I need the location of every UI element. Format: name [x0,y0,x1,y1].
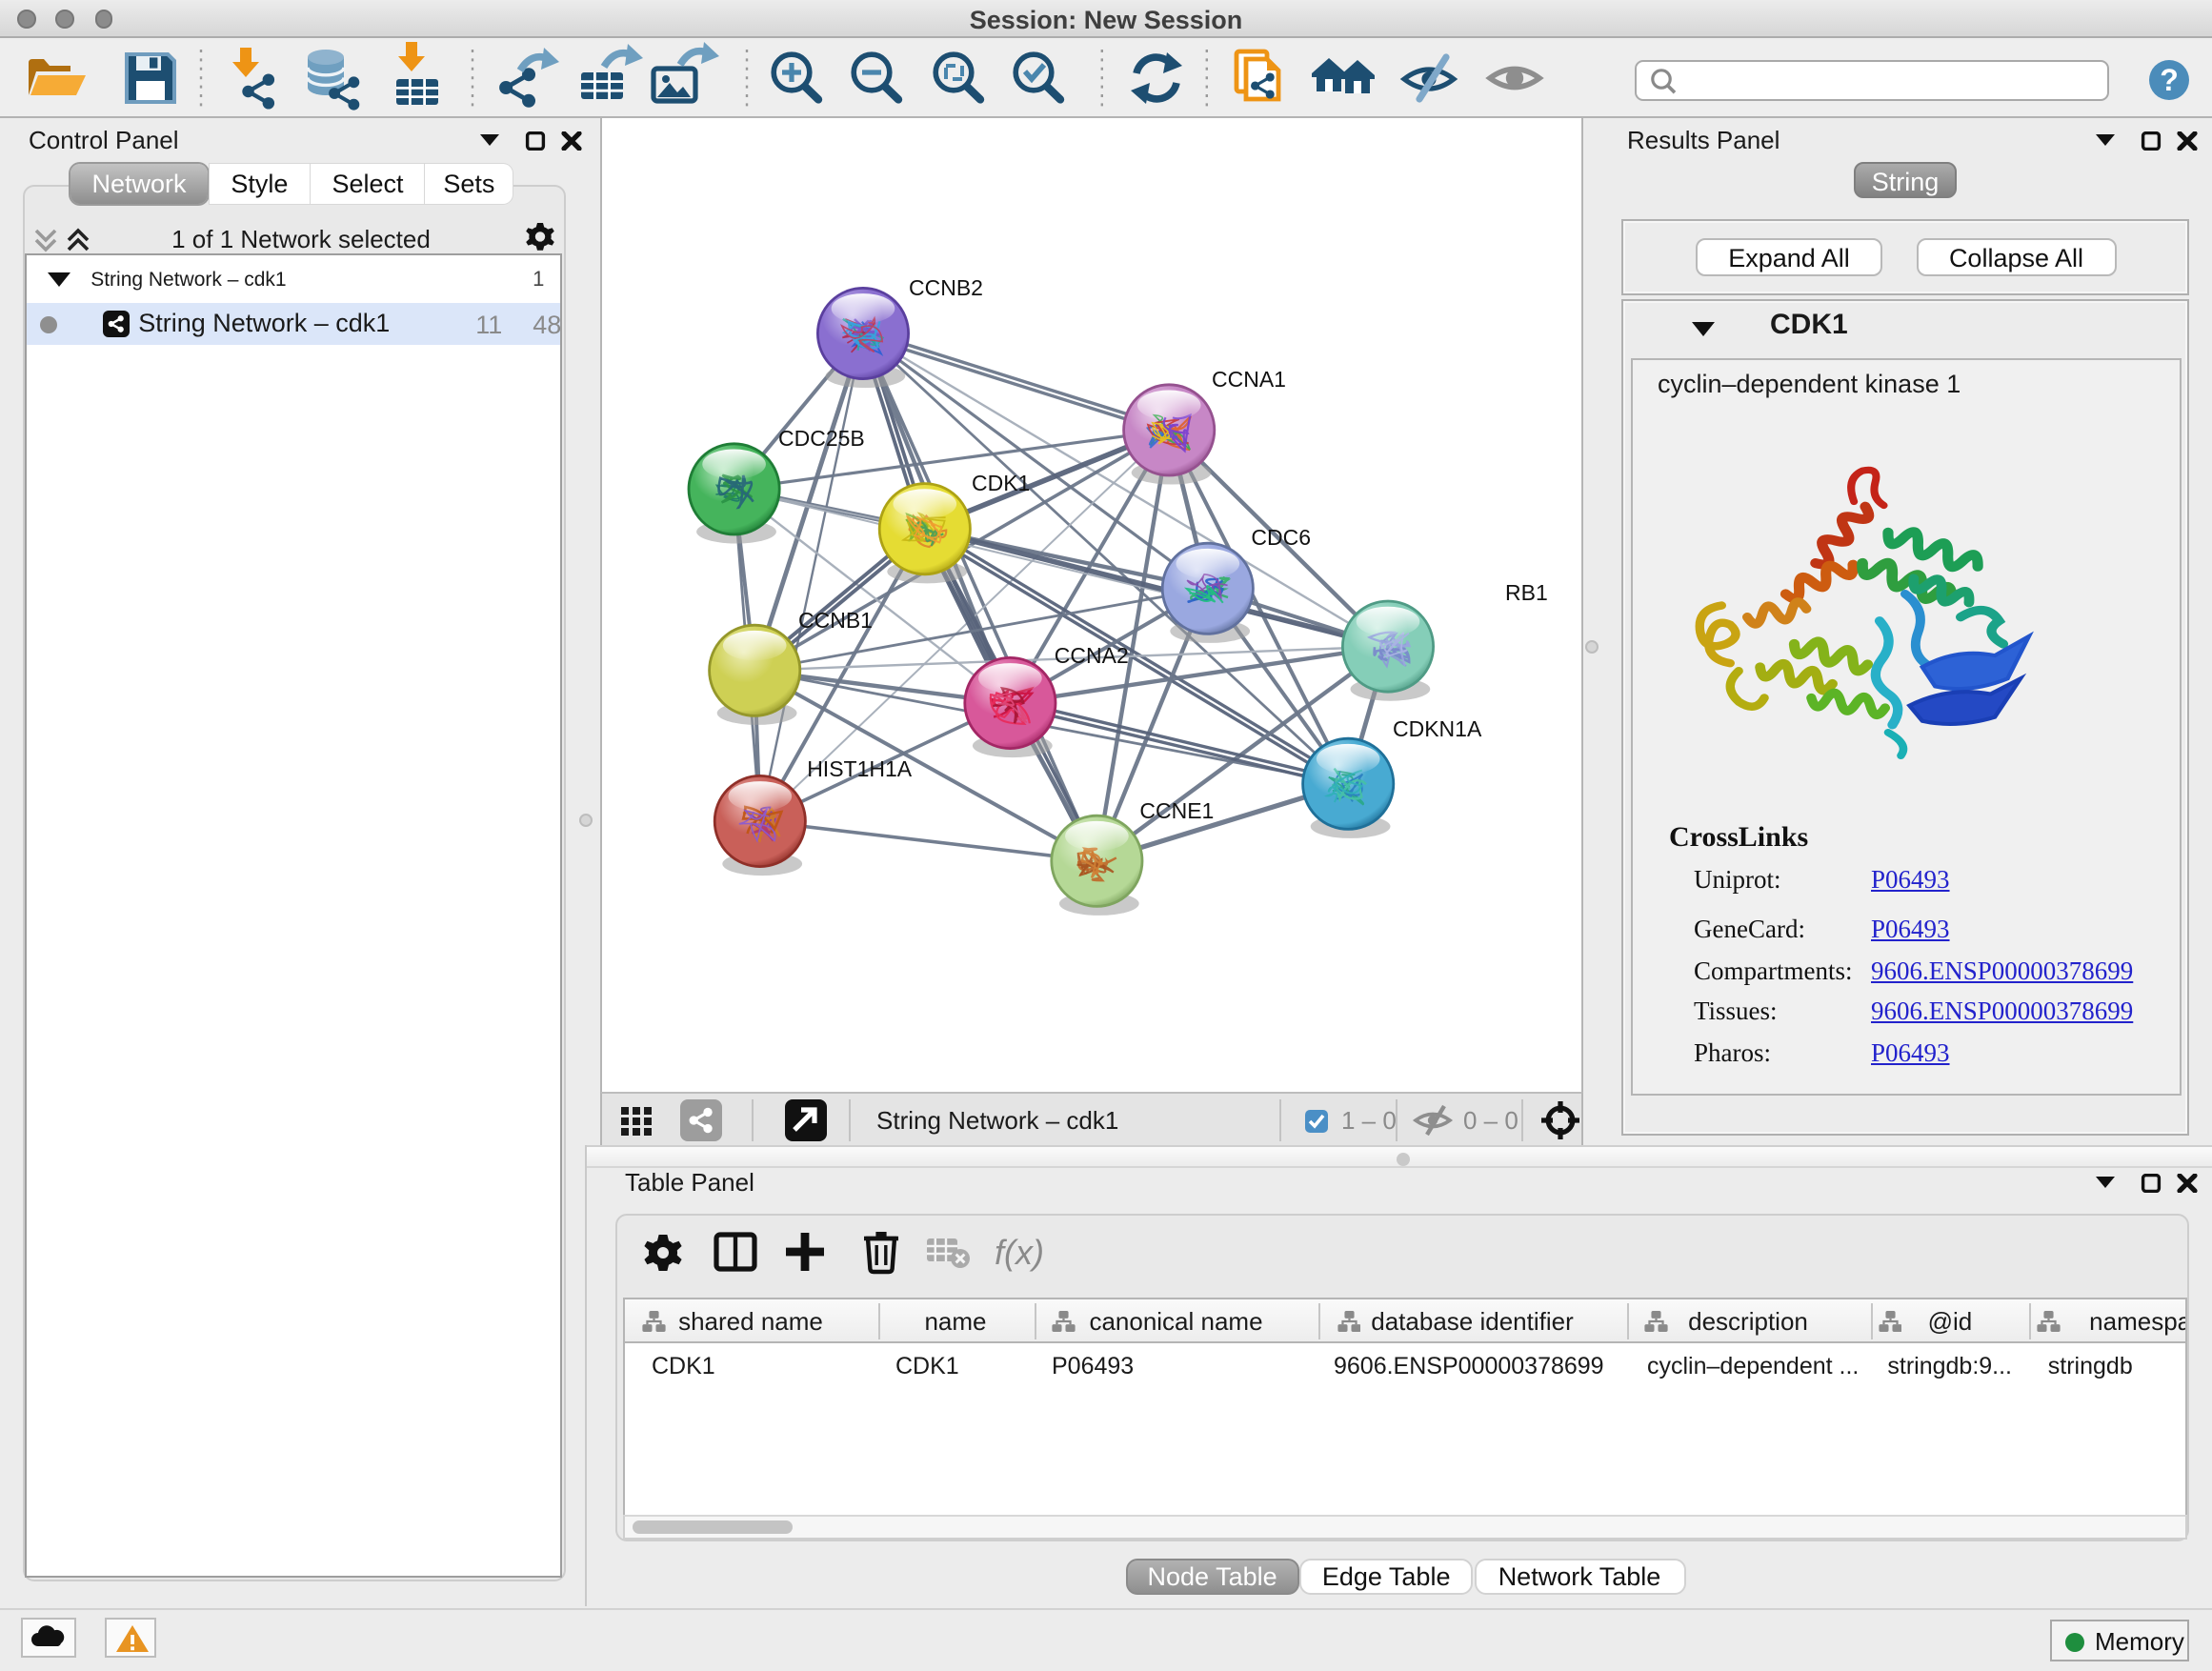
svg-text:1 – 0: 1 – 0 [1341,1106,1397,1135]
svg-text:CDC25B: CDC25B [778,426,865,451]
svg-text:CCNB2: CCNB2 [909,275,983,300]
svg-text:CDKN1A: CDKN1A [1393,716,1482,741]
svg-text:?: ? [2160,63,2179,97]
svg-text:CDC6: CDC6 [1251,525,1311,550]
svg-text:CDK1: CDK1 [972,471,1030,495]
svg-text:RB1: RB1 [1505,580,1548,605]
svg-text:HIST1H1A: HIST1H1A [807,756,913,781]
svg-text:String Network – cdk1: String Network – cdk1 [876,1106,1118,1135]
svg-text:CCNE1: CCNE1 [1139,798,1214,823]
svg-text:f(x): f(x) [995,1233,1044,1272]
svg-text:CCNA2: CCNA2 [1055,643,1129,668]
svg-text:0 – 0: 0 – 0 [1463,1106,1518,1135]
svg-text:CCNB1: CCNB1 [798,608,873,633]
svg-text:CCNA1: CCNA1 [1212,367,1286,392]
